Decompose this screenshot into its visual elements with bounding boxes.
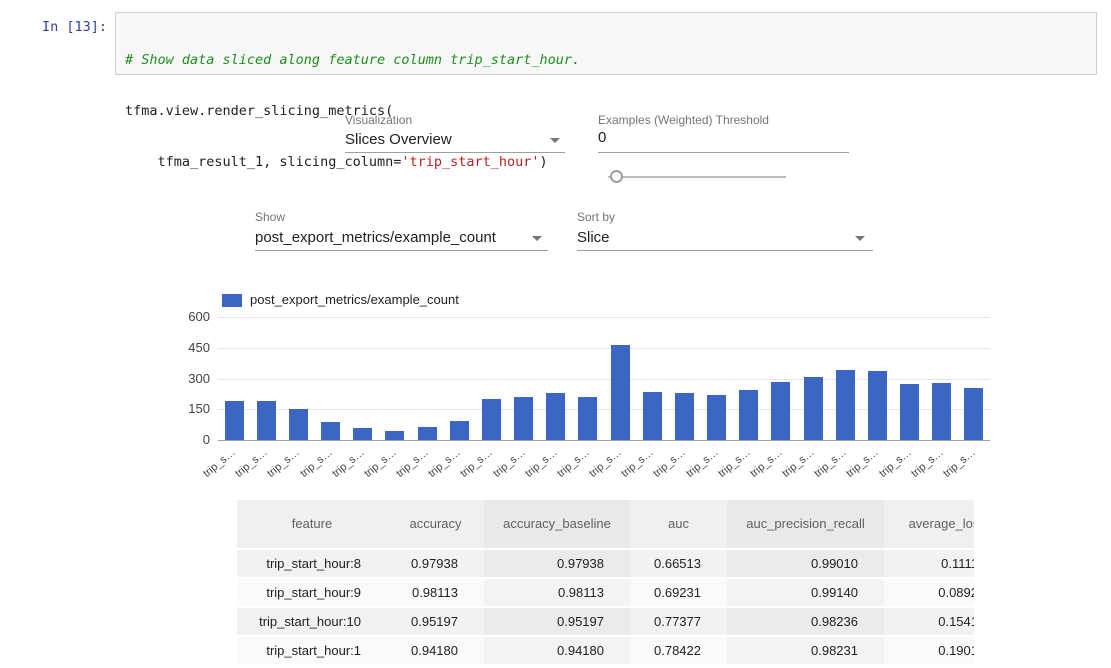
bar[interactable]: [225, 401, 244, 440]
bar[interactable]: [578, 397, 597, 440]
table-cell: 0.98236: [727, 608, 884, 637]
bar[interactable]: [418, 427, 437, 440]
y-axis-label: 300: [170, 371, 210, 387]
table-header-cell[interactable]: average_los: [884, 500, 974, 550]
table-header-cell[interactable]: auc_precision_recall: [727, 500, 884, 550]
bar[interactable]: [932, 383, 951, 440]
table-cell: 0.99140: [727, 579, 884, 608]
threshold-slider-handle[interactable]: [610, 170, 623, 183]
show-underline: [255, 250, 548, 251]
table-cell: trip_start_hour:10: [237, 608, 387, 637]
show-label: Show: [255, 210, 285, 224]
sort-by-label: Sort by: [577, 210, 615, 224]
bar[interactable]: [868, 371, 887, 440]
bar[interactable]: [771, 382, 790, 440]
threshold-label: Examples (Weighted) Threshold: [598, 113, 769, 127]
table-cell: 0.95197: [484, 608, 630, 637]
code-string: 'trip_start_hour': [401, 154, 539, 170]
table-row: trip_start_hour:10.941800.941800.784220.…: [237, 637, 974, 666]
code-line-comment: # Show data sliced along feature column …: [125, 52, 1087, 69]
bar-chart: 0150300450600trip_s…trip_s…trip_s…trip_s…: [218, 317, 990, 440]
metrics-table: featureaccuracyaccuracy_baselineaucauc_p…: [237, 500, 974, 668]
chevron-down-icon: [855, 236, 865, 241]
table-row: trip_start_hour:80.979380.979380.665130.…: [237, 550, 974, 579]
table-cell: 0.98113: [387, 579, 484, 608]
y-axis-label: 450: [170, 340, 210, 356]
bar[interactable]: [482, 399, 501, 440]
visualization-label: Visualization: [345, 113, 412, 127]
bar[interactable]: [353, 428, 372, 440]
bar[interactable]: [321, 422, 340, 440]
visualization-underline: [345, 152, 565, 153]
bar[interactable]: [257, 401, 276, 440]
legend-label: post_export_metrics/example_count: [250, 292, 459, 307]
bar[interactable]: [450, 421, 469, 440]
visualization-select[interactable]: Slices Overview: [345, 131, 452, 148]
bar[interactable]: [514, 397, 533, 440]
table-header-row: featureaccuracyaccuracy_baselineaucauc_p…: [237, 500, 974, 550]
table-cell: 0.99010: [727, 550, 884, 579]
x-axis-line: [218, 440, 990, 441]
table-row: trip_start_hour:100.951970.951970.773770…: [237, 608, 974, 637]
bar[interactable]: [546, 393, 565, 440]
table-cell: 0.1901: [884, 637, 974, 666]
show-select[interactable]: post_export_metrics/example_count: [255, 229, 496, 246]
legend-swatch: [222, 294, 242, 307]
table-header-cell[interactable]: feature: [237, 500, 387, 550]
code-cell[interactable]: # Show data sliced along feature column …: [115, 12, 1097, 75]
bar[interactable]: [289, 409, 308, 440]
table-cell: 0.1541: [884, 608, 974, 637]
table-cell: 0.1111: [884, 550, 974, 579]
table-cell: 0.69231: [630, 579, 727, 608]
bar[interactable]: [707, 395, 726, 441]
table-cell: trip_start_hour:8: [237, 550, 387, 579]
bar[interactable]: [611, 345, 630, 440]
table-row: trip_start_hour:90.981130.981130.692310.…: [237, 579, 974, 608]
chevron-down-icon: [550, 138, 560, 143]
bar[interactable]: [385, 431, 404, 440]
bar[interactable]: [675, 393, 694, 440]
table-cell: 0.97938: [387, 550, 484, 579]
table-header-cell[interactable]: accuracy_baseline: [484, 500, 630, 550]
bar[interactable]: [804, 377, 823, 440]
bar[interactable]: [739, 390, 758, 440]
table-cell: trip_start_hour:9: [237, 579, 387, 608]
table-cell: 0.97938: [484, 550, 630, 579]
gridline: [218, 348, 990, 349]
table-cell: 0.98231: [727, 637, 884, 666]
code-line-3: tfma_result_1, slicing_column='trip_star…: [125, 154, 1087, 171]
table-cell: 0.95197: [387, 608, 484, 637]
table-cell: trip_start_hour:1: [237, 637, 387, 666]
y-axis-label: 600: [170, 309, 210, 325]
y-axis-label: 0: [170, 432, 210, 448]
threshold-slider-track[interactable]: [608, 176, 786, 178]
table-cell: 0.77377: [630, 608, 727, 637]
input-prompt: In [13]:: [0, 19, 107, 35]
chevron-down-icon: [532, 236, 542, 241]
bar[interactable]: [643, 392, 662, 440]
gridline: [218, 317, 990, 318]
code-comment: # Show data sliced along feature column …: [125, 52, 580, 68]
table-header-cell[interactable]: accuracy: [387, 500, 484, 550]
table-cell: 0.98113: [484, 579, 630, 608]
y-axis-label: 150: [170, 401, 210, 417]
table-cell: 0.94180: [387, 637, 484, 666]
table-cell: 0.94180: [484, 637, 630, 666]
table-header-cell[interactable]: auc: [630, 500, 727, 550]
sort-by-underline: [577, 250, 873, 251]
bar[interactable]: [900, 384, 919, 440]
bar[interactable]: [836, 370, 855, 440]
bar[interactable]: [964, 388, 983, 440]
threshold-input[interactable]: [598, 129, 843, 146]
sort-by-select[interactable]: Slice: [577, 229, 610, 246]
threshold-underline: [598, 152, 849, 153]
notebook-output-page: In [13]: # Show data sliced along featur…: [0, 0, 1111, 668]
table-cell: 0.66513: [630, 550, 727, 579]
table-cell: 0.78422: [630, 637, 727, 666]
table-cell: 0.0892: [884, 579, 974, 608]
